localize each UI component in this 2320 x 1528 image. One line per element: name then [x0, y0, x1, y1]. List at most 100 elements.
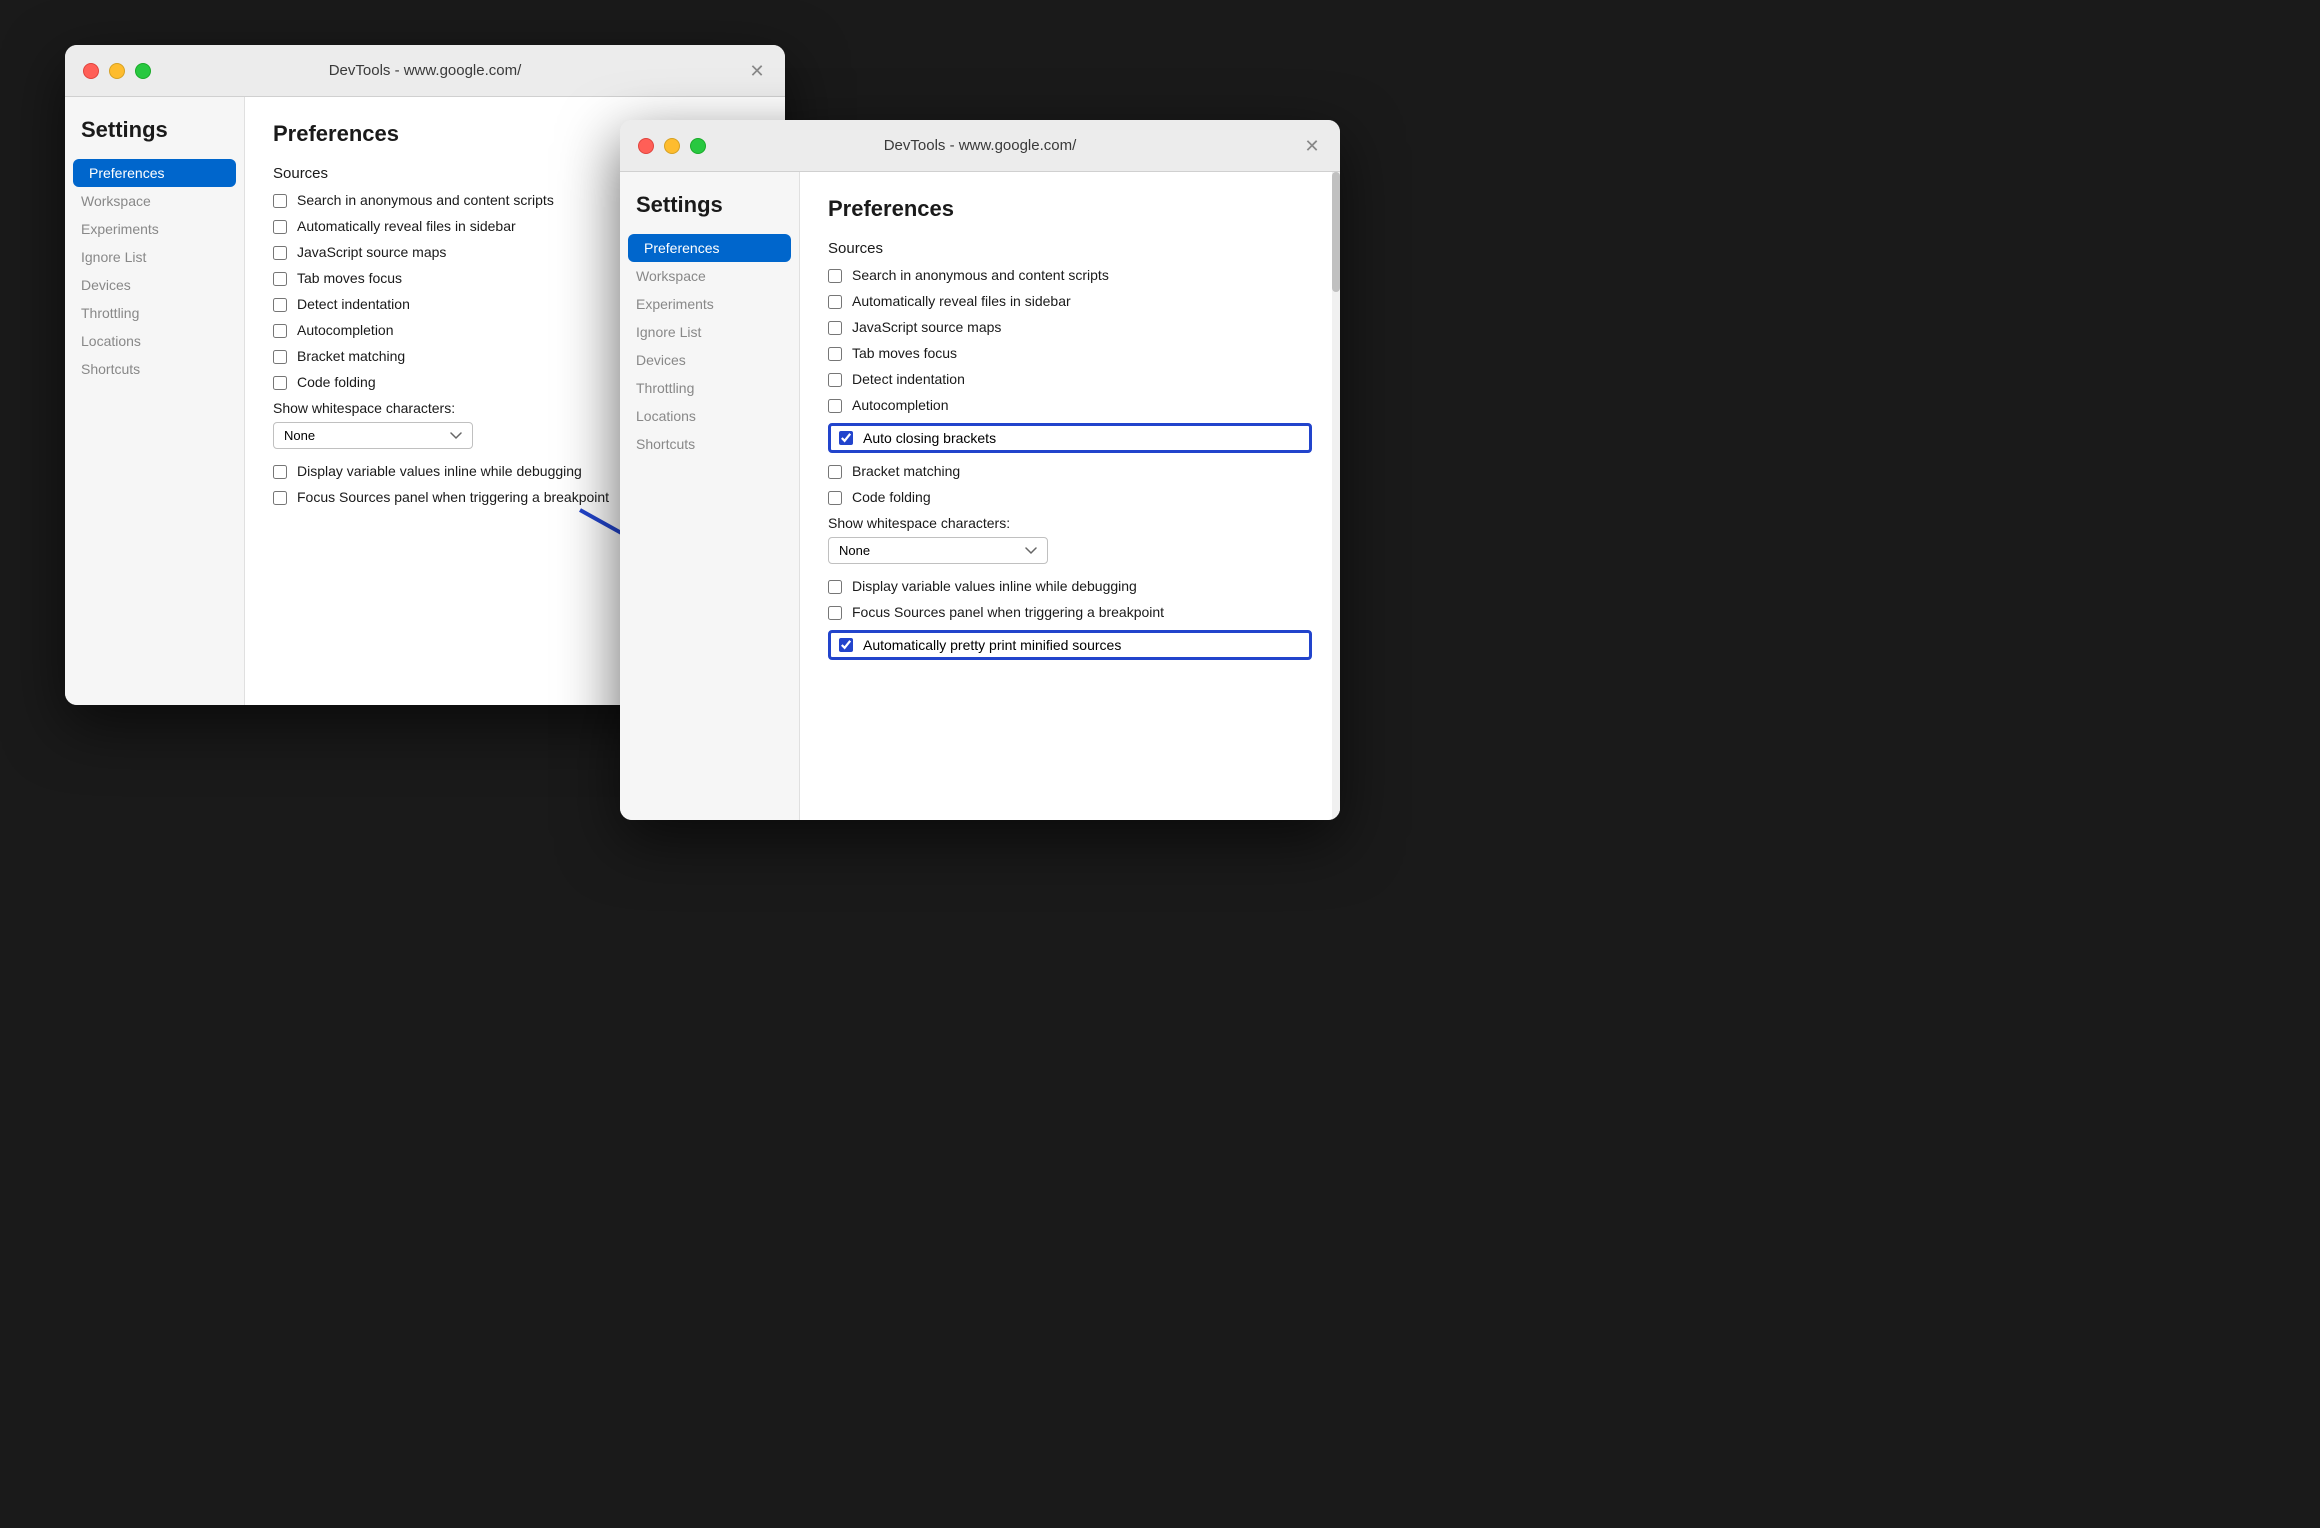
checkbox-row: Bracket matching	[828, 463, 1312, 479]
cb-indent-2[interactable]	[828, 373, 842, 387]
sidebar-heading-2: Settings	[620, 192, 799, 234]
cb-focus-1[interactable]	[273, 491, 287, 505]
cb-autoclosing-2[interactable]	[839, 431, 853, 445]
sidebar-item-experiments-1[interactable]: Experiments	[65, 215, 244, 243]
cb-autoclosing-label-2: Auto closing brackets	[863, 430, 996, 446]
sidebar-item-locations-2[interactable]: Locations	[620, 402, 799, 430]
cb-reveal-2[interactable]	[828, 295, 842, 309]
close-button-2[interactable]	[638, 138, 654, 154]
cb-tabfocus-label-1: Tab moves focus	[297, 270, 402, 286]
checkbox-row: Search in anonymous and content scripts	[828, 267, 1312, 283]
cb-anonymous-1[interactable]	[273, 194, 287, 208]
whitespace-row-2: Show whitespace characters: None All Tra…	[828, 515, 1312, 564]
checkbox-row: Automatically reveal files in sidebar	[828, 293, 1312, 309]
sidebar-item-throttling-2[interactable]: Throttling	[620, 374, 799, 402]
sidebar-item-preferences-2[interactable]: Preferences	[628, 234, 791, 262]
cb-bracket-1[interactable]	[273, 350, 287, 364]
cb-reveal-label-1: Automatically reveal files in sidebar	[297, 218, 516, 234]
maximize-button-1[interactable]	[135, 63, 151, 79]
close-button-1[interactable]	[83, 63, 99, 79]
maximize-button-2[interactable]	[690, 138, 706, 154]
checkbox-row: Tab moves focus	[828, 345, 1312, 361]
sidebar-item-ignorelist-1[interactable]: Ignore List	[65, 243, 244, 271]
checkbox-row: JavaScript source maps	[828, 319, 1312, 335]
cb-auto-label-2: Autocompletion	[852, 397, 949, 413]
cb-auto-2[interactable]	[828, 399, 842, 413]
cb-tabfocus-1[interactable]	[273, 272, 287, 286]
cb-jsmaps-label-1: JavaScript source maps	[297, 244, 446, 260]
devtools-window-2: DevTools - www.google.com/ ✕ Settings Pr…	[620, 120, 1340, 820]
sidebar-item-shortcuts-1[interactable]: Shortcuts	[65, 355, 244, 383]
sidebar-2: Settings Preferences Workspace Experimen…	[620, 172, 800, 820]
sidebar-item-throttling-1[interactable]: Throttling	[65, 299, 244, 327]
devtools-close-1[interactable]: ✕	[747, 61, 767, 81]
settings-content-2: Preferences Sources Search in anonymous …	[800, 172, 1340, 820]
traffic-lights-1	[83, 63, 151, 79]
sidebar-item-locations-1[interactable]: Locations	[65, 327, 244, 355]
cb-anonymous-label-2: Search in anonymous and content scripts	[852, 267, 1109, 283]
pretty-print-row: Automatically pretty print minified sour…	[828, 630, 1312, 660]
sidebar-item-workspace-1[interactable]: Workspace	[65, 187, 244, 215]
cb-indent-label-2: Detect indentation	[852, 371, 965, 387]
sidebar-item-devices-2[interactable]: Devices	[620, 346, 799, 374]
titlebar-title-1: DevTools - www.google.com/	[329, 62, 522, 79]
cb-prettyprint-2[interactable]	[839, 638, 853, 652]
cb-indent-label-1: Detect indentation	[297, 296, 410, 312]
cb-tabfocus-2[interactable]	[828, 347, 842, 361]
auto-closing-brackets-row: Auto closing brackets	[828, 423, 1312, 453]
cb-fold-label-1: Code folding	[297, 374, 376, 390]
sidebar-item-devices-1[interactable]: Devices	[65, 271, 244, 299]
cb-inline-label-2: Display variable values inline while deb…	[852, 578, 1137, 594]
cb-tabfocus-label-2: Tab moves focus	[852, 345, 957, 361]
cb-jsmaps-label-2: JavaScript source maps	[852, 319, 1001, 335]
titlebar-1: DevTools - www.google.com/ ✕	[65, 45, 785, 97]
checkbox-row: Autocompletion	[828, 397, 1312, 413]
cb-reveal-1[interactable]	[273, 220, 287, 234]
cb-bracket-label-2: Bracket matching	[852, 463, 960, 479]
titlebar-2: DevTools - www.google.com/ ✕	[620, 120, 1340, 172]
cb-fold-label-2: Code folding	[852, 489, 931, 505]
cb-focus-label-1: Focus Sources panel when triggering a br…	[297, 489, 609, 505]
sidebar-item-ignorelist-2[interactable]: Ignore List	[620, 318, 799, 346]
cb-auto-label-1: Autocompletion	[297, 322, 394, 338]
checkbox-row: Detect indentation	[828, 371, 1312, 387]
content-title-2: Preferences	[828, 196, 1312, 222]
sidebar-heading-1: Settings	[65, 117, 244, 159]
devtools-close-2[interactable]: ✕	[1302, 136, 1322, 156]
cb-fold-1[interactable]	[273, 376, 287, 390]
traffic-lights-2	[638, 138, 706, 154]
cb-bracket-label-1: Bracket matching	[297, 348, 405, 364]
sidebar-item-preferences-1[interactable]: Preferences	[73, 159, 236, 187]
cb-inline-2[interactable]	[828, 580, 842, 594]
titlebar-title-2: DevTools - www.google.com/	[884, 137, 1077, 154]
whitespace-select-1[interactable]: None All Trailing	[273, 422, 473, 449]
sidebar-1: Settings Preferences Workspace Experimen…	[65, 97, 245, 705]
minimize-button-1[interactable]	[109, 63, 125, 79]
settings-body-2: Settings Preferences Workspace Experimen…	[620, 172, 1340, 820]
cb-inline-1[interactable]	[273, 465, 287, 479]
cb-focus-2[interactable]	[828, 606, 842, 620]
section-title-2: Sources	[828, 240, 1312, 257]
cb-reveal-label-2: Automatically reveal files in sidebar	[852, 293, 1071, 309]
cb-focus-label-2: Focus Sources panel when triggering a br…	[852, 604, 1164, 620]
whitespace-select-2[interactable]: None All Trailing	[828, 537, 1048, 564]
sidebar-item-workspace-2[interactable]: Workspace	[620, 262, 799, 290]
select-label-2: Show whitespace characters:	[828, 515, 1312, 531]
checkbox-row: Code folding	[828, 489, 1312, 505]
sidebar-item-shortcuts-2[interactable]: Shortcuts	[620, 430, 799, 458]
cb-bracket-2[interactable]	[828, 465, 842, 479]
checkbox-row: Focus Sources panel when triggering a br…	[828, 604, 1312, 620]
cb-fold-2[interactable]	[828, 491, 842, 505]
minimize-button-2[interactable]	[664, 138, 680, 154]
cb-anonymous-2[interactable]	[828, 269, 842, 283]
sidebar-item-experiments-2[interactable]: Experiments	[620, 290, 799, 318]
cb-jsmaps-2[interactable]	[828, 321, 842, 335]
cb-auto-1[interactable]	[273, 324, 287, 338]
cb-anonymous-label-1: Search in anonymous and content scripts	[297, 192, 554, 208]
cb-prettyprint-label-2: Automatically pretty print minified sour…	[863, 637, 1121, 653]
cb-inline-label-1: Display variable values inline while deb…	[297, 463, 582, 479]
cb-indent-1[interactable]	[273, 298, 287, 312]
scrollbar-thumb[interactable]	[1332, 172, 1340, 292]
cb-jsmaps-1[interactable]	[273, 246, 287, 260]
scrollbar-track	[1332, 172, 1340, 820]
